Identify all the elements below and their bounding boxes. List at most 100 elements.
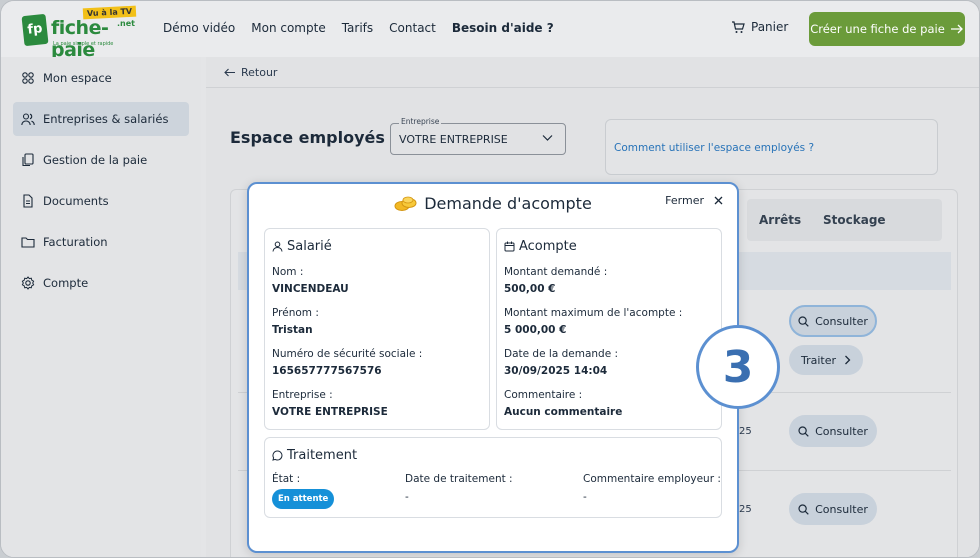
nav-tarifs[interactable]: Tarifs bbox=[342, 21, 373, 35]
sidebar-item-label: Documents bbox=[43, 194, 109, 208]
top-header: fp fiche-paie Vu à la TV .net La paie si… bbox=[1, 1, 979, 61]
prenom-label: Prénom : bbox=[272, 307, 319, 319]
traitement-title-text: Traitement bbox=[287, 448, 358, 463]
salarie-title: Salarié bbox=[272, 239, 332, 254]
nav-aide[interactable]: Besoin d'aide ? bbox=[452, 21, 554, 35]
traiter-label: Traiter bbox=[800, 353, 837, 367]
montant-label: Montant demandé : bbox=[504, 266, 608, 278]
traiter-button[interactable]: Traiter bbox=[789, 345, 863, 375]
create-payslip-label: Créer une fiche de paie bbox=[810, 22, 945, 36]
sidebar-item-label: Gestion de la paie bbox=[43, 153, 148, 167]
user-icon bbox=[272, 241, 283, 252]
sidebar-item-documents[interactable]: Documents bbox=[13, 184, 189, 218]
tab-arrets[interactable]: Arrêts bbox=[759, 213, 801, 227]
users-icon bbox=[21, 113, 35, 126]
chevron-down-icon bbox=[542, 135, 553, 141]
sidebar-item-label: Facturation bbox=[43, 235, 108, 249]
help-link[interactable]: Comment utiliser l'espace employés ? bbox=[614, 142, 814, 154]
nav-contact[interactable]: Contact bbox=[389, 21, 436, 35]
commentaire-employeur-label: Commentaire employeur : bbox=[583, 473, 721, 485]
sidebar-item-facturation[interactable]: Facturation bbox=[13, 225, 189, 259]
app-window: fp fiche-paie Vu à la TV .net La paie si… bbox=[0, 0, 980, 558]
main-nav: Démo vidéo Mon compte Tarifs Contact Bes… bbox=[163, 21, 554, 35]
close-icon bbox=[714, 196, 723, 205]
back-link[interactable]: Retour bbox=[224, 66, 277, 79]
salarie-title-text: Salarié bbox=[287, 239, 332, 254]
date-traitement-label: Date de traitement : bbox=[405, 473, 513, 485]
chevron-right-icon bbox=[845, 355, 851, 365]
close-label: Fermer bbox=[665, 194, 704, 207]
company-select-value: VOTRE ENTREPRISE bbox=[399, 133, 508, 146]
gear-icon bbox=[21, 276, 35, 290]
consult-button[interactable]: Consulter bbox=[789, 493, 877, 525]
row-date-fragment: 25 bbox=[739, 504, 752, 515]
traitement-section: Traitement État : En attente Date de tra… bbox=[264, 437, 722, 518]
commentaire-employeur-value: - bbox=[583, 491, 587, 503]
nav-mon-compte[interactable]: Mon compte bbox=[251, 21, 325, 35]
nss-value: 165657777567576 bbox=[272, 365, 382, 377]
help-box: Comment utiliser l'espace employés ? bbox=[605, 119, 938, 175]
acompte-title: Acompte bbox=[504, 239, 577, 254]
grid-icon bbox=[22, 72, 34, 84]
entreprise-value: VOTRE ENTREPRISE bbox=[272, 406, 388, 418]
sidebar-item-compte[interactable]: Compte bbox=[13, 266, 189, 300]
max-label: Montant maximum de l'acompte : bbox=[504, 307, 683, 319]
file-icon bbox=[23, 194, 33, 208]
company-select[interactable]: Entreprise VOTRE ENTREPRISE bbox=[390, 117, 566, 155]
folder-icon bbox=[21, 237, 35, 248]
back-label: Retour bbox=[241, 66, 278, 79]
logo-mark: fp bbox=[21, 13, 49, 47]
page-title: Espace employés de bbox=[230, 128, 413, 147]
salarie-section: Salarié Nom : VINCENDEAU Prénom : Trista… bbox=[264, 228, 490, 430]
cart-link[interactable]: Panier bbox=[731, 20, 788, 34]
montant-value: 500,00 € bbox=[504, 283, 556, 295]
acompte-section: Acompte Montant demandé : 500,00 € Monta… bbox=[496, 228, 722, 430]
nss-label: Numéro de sécurité sociale : bbox=[272, 348, 423, 360]
modal-title: Demande d'acompte bbox=[249, 194, 737, 213]
logo-suffix: .net bbox=[117, 19, 135, 28]
traitement-title: Traitement bbox=[272, 448, 357, 463]
sidebar-item-entreprises[interactable]: Entreprises & salariés bbox=[13, 102, 189, 136]
search-icon bbox=[798, 503, 809, 515]
acompte-title-text: Acompte bbox=[519, 239, 577, 254]
copy-document-icon bbox=[22, 153, 34, 167]
max-value: 5 000,00 € bbox=[504, 324, 567, 336]
arrow-left-icon bbox=[224, 68, 235, 77]
sidebar: Mon espace Entreprises & salariés Gestio… bbox=[1, 57, 201, 557]
date-demande-value: 30/09/2025 14:04 bbox=[504, 365, 608, 377]
cart-label: Panier bbox=[751, 20, 789, 34]
logo[interactable]: fp fiche-paie Vu à la TV .net La paie si… bbox=[21, 5, 141, 61]
nav-demo-video[interactable]: Démo vidéo bbox=[163, 21, 235, 35]
etat-label: État : bbox=[272, 473, 301, 485]
tab-stockage[interactable]: Stockage bbox=[823, 213, 886, 227]
step-indicator: 3 bbox=[696, 325, 780, 409]
consult-button[interactable]: Consulter bbox=[789, 305, 877, 337]
search-icon bbox=[798, 315, 809, 327]
arrow-right-icon bbox=[950, 24, 963, 34]
cart-icon bbox=[732, 20, 745, 33]
sidebar-item-label: Compte bbox=[43, 276, 89, 290]
consult-label: Consulter bbox=[815, 424, 868, 438]
create-payslip-button[interactable]: Créer une fiche de paie bbox=[809, 12, 965, 46]
date-traitement-value: - bbox=[405, 491, 409, 503]
calendar-icon bbox=[504, 241, 515, 252]
search-icon bbox=[798, 425, 809, 437]
consult-label: Consulter bbox=[815, 314, 868, 328]
nom-value: VINCENDEAU bbox=[272, 283, 349, 295]
consult-button[interactable]: Consulter bbox=[789, 415, 877, 447]
divider bbox=[206, 87, 979, 88]
sidebar-item-gestion-paie[interactable]: Gestion de la paie bbox=[13, 143, 189, 177]
date-demande-label: Date de la demande : bbox=[504, 348, 619, 360]
row-date-fragment: 25 bbox=[739, 426, 752, 437]
sidebar-item-mon-espace[interactable]: Mon espace bbox=[13, 61, 189, 95]
status-badge: En attente bbox=[272, 489, 335, 509]
sidebar-item-label: Mon espace bbox=[43, 71, 112, 85]
logo-tagline: La paie simple et rapide bbox=[53, 41, 114, 47]
coins-icon bbox=[394, 196, 417, 211]
commentaire-label: Commentaire : bbox=[504, 389, 583, 401]
company-select-label: Entreprise bbox=[399, 117, 442, 126]
close-button[interactable]: Fermer bbox=[665, 194, 723, 207]
entreprise-label: Entreprise : bbox=[272, 389, 333, 401]
commentaire-value: Aucun commentaire bbox=[504, 406, 623, 418]
comment-icon bbox=[272, 450, 283, 461]
